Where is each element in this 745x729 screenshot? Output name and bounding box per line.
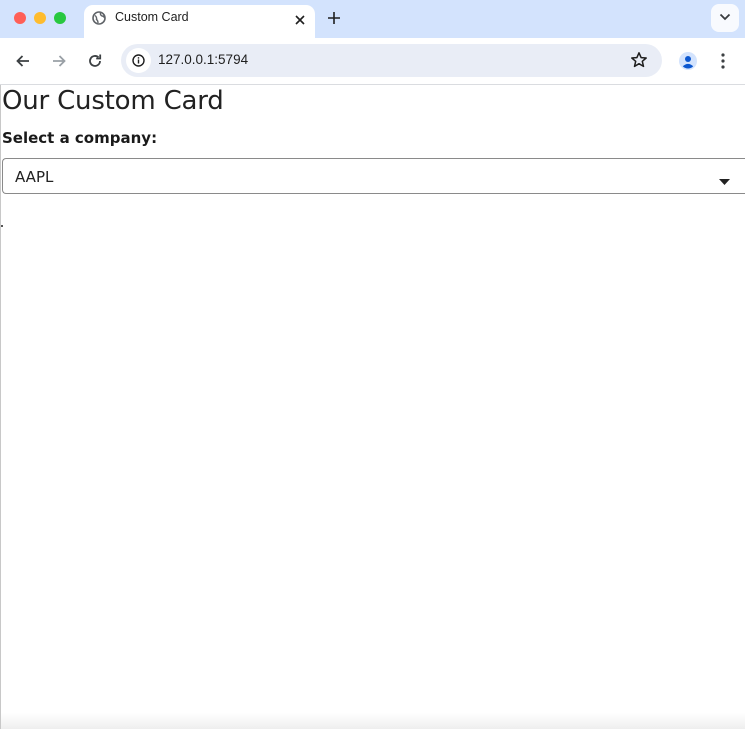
forward-arrow-icon[interactable] (50, 52, 68, 70)
info-icon (132, 54, 145, 67)
chevron-down-icon (719, 13, 731, 21)
window-maximize-button[interactable] (54, 12, 66, 24)
kebab-menu-icon[interactable] (719, 52, 727, 70)
reload-icon[interactable] (86, 52, 104, 70)
caret-down-icon[interactable] (719, 173, 730, 185)
close-icon[interactable] (295, 12, 305, 25)
window-close-button[interactable] (14, 12, 26, 24)
company-select[interactable]: AAPL (2, 158, 745, 194)
url-text[interactable]: 127.0.0.1:5794 (158, 52, 248, 67)
bottom-shade (1, 713, 745, 729)
tab-strip: Custom Card (0, 0, 745, 38)
page-title: Our Custom Card (2, 86, 224, 116)
back-arrow-icon[interactable] (14, 52, 32, 70)
select-value: AAPL (15, 168, 54, 186)
browser-toolbar: 127.0.0.1:5794 (0, 38, 745, 85)
star-icon[interactable] (630, 51, 648, 69)
profile-icon[interactable] (678, 51, 698, 71)
plus-icon[interactable] (327, 11, 341, 25)
browser-tab[interactable]: Custom Card (84, 5, 315, 38)
tab-search-button[interactable] (711, 4, 739, 32)
address-bar[interactable]: 127.0.0.1:5794 (121, 44, 662, 77)
select-label: Select a company: (2, 129, 158, 147)
window-minimize-button[interactable] (34, 12, 46, 24)
globe-icon (92, 11, 106, 25)
page-content: Our Custom Card Select a company: AAPL (0, 85, 745, 729)
site-info-button[interactable] (126, 48, 151, 73)
tab-title: Custom Card (115, 10, 189, 24)
divider (1, 225, 3, 227)
